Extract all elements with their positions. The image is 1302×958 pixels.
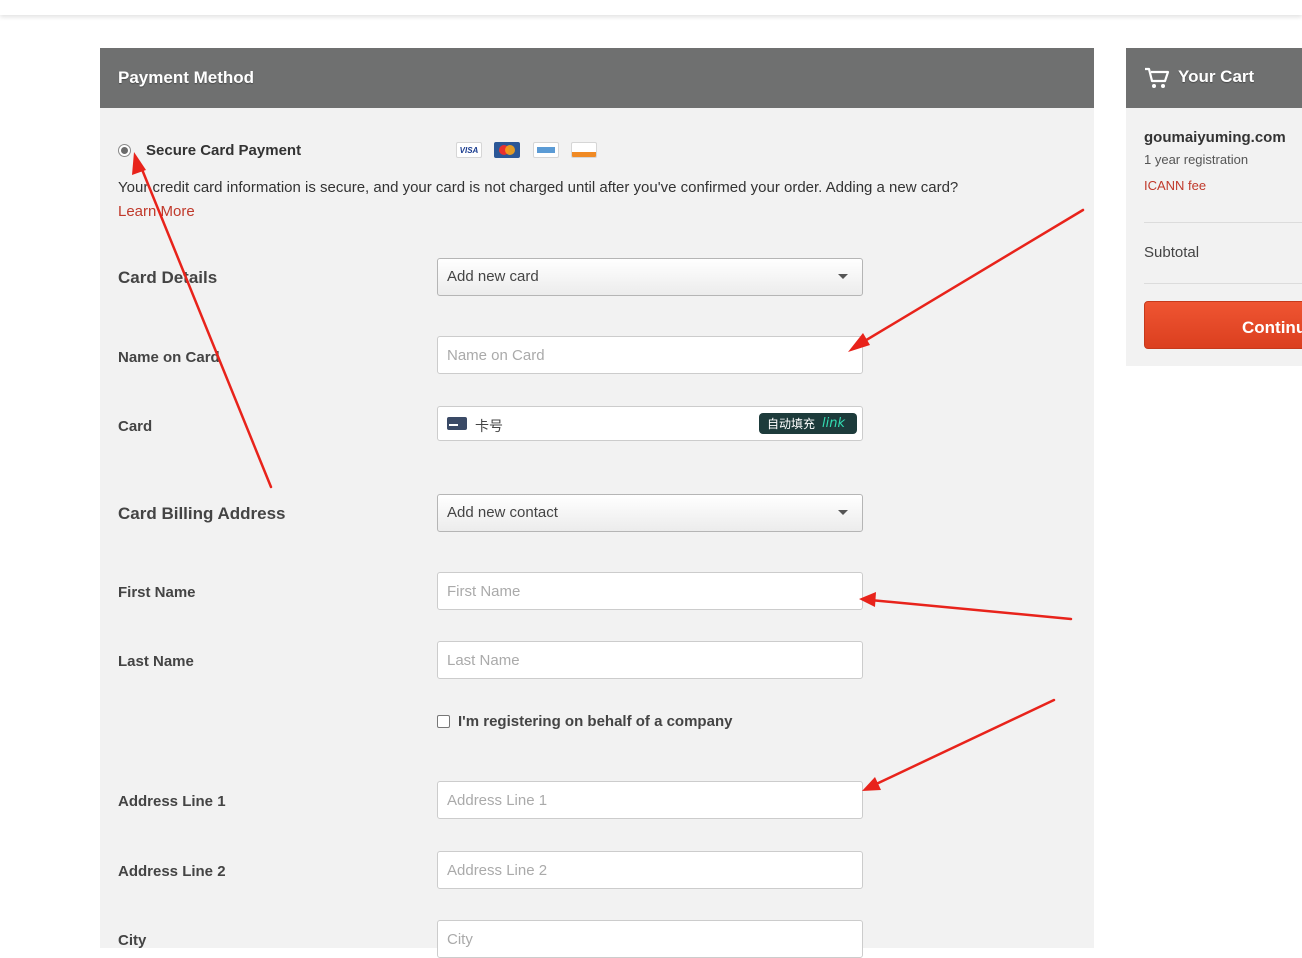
city-input[interactable] — [437, 920, 863, 958]
visa-icon: VISA — [456, 142, 482, 158]
first-name-input[interactable] — [437, 572, 863, 610]
cart-title: Your Cart — [1178, 67, 1255, 86]
amex-icon — [533, 142, 559, 158]
cart-divider — [1144, 283, 1302, 284]
card-select-value: Add new card — [447, 268, 539, 285]
secure-card-payment-radio[interactable] — [118, 144, 131, 157]
icann-fee-link[interactable]: ICANN fee — [1144, 178, 1206, 193]
secure-payment-text: Your credit card information is secure, … — [118, 179, 959, 196]
continue-button[interactable]: Continue — [1144, 301, 1302, 349]
card-label: Card — [118, 418, 153, 435]
address-line-2-label: Address Line 2 — [118, 863, 226, 880]
autofill-label: 自动填充 — [767, 417, 816, 431]
company-checkbox[interactable] — [437, 715, 450, 728]
address-line-1-input[interactable] — [437, 781, 863, 819]
cart-subtotal-label: Subtotal — [1144, 244, 1200, 261]
link-brand-logo: link — [822, 416, 846, 431]
first-name-label: First Name — [118, 584, 196, 601]
top-nav-bar — [0, 0, 1302, 15]
secure-card-payment-label[interactable]: Secure Card Payment — [146, 142, 301, 159]
name-on-card-label: Name on Card — [118, 349, 220, 366]
secure-payment-info: Your credit card information is secure, … — [118, 176, 1078, 224]
link-autofill-button[interactable]: 自动填充 link — [759, 413, 857, 434]
cart-registration-term: 1 year registration — [1144, 152, 1249, 167]
card-details-label: Card Details — [118, 268, 218, 287]
shopping-cart-icon — [1145, 67, 1170, 88]
last-name-input[interactable] — [437, 641, 863, 679]
learn-more-link[interactable]: Learn More — [118, 203, 195, 220]
chevron-down-icon — [838, 274, 848, 279]
chevron-down-icon — [838, 510, 848, 515]
contact-select[interactable]: Add new contact — [437, 494, 863, 532]
card-billing-address-label: Card Billing Address — [118, 504, 286, 523]
card-number-placeholder: 卡号 — [475, 419, 503, 435]
cart-divider — [1144, 222, 1302, 223]
last-name-label: Last Name — [118, 653, 194, 670]
contact-select-value: Add new contact — [447, 504, 558, 521]
card-select[interactable]: Add new card — [437, 258, 863, 296]
address-line-1-label: Address Line 1 — [118, 793, 226, 810]
credit-card-icon — [447, 417, 467, 430]
mastercard-icon — [494, 142, 520, 158]
company-checkbox-label[interactable]: I'm registering on behalf of a company — [458, 713, 732, 730]
discover-icon — [571, 142, 597, 158]
name-on-card-input[interactable] — [437, 336, 863, 374]
address-line-2-input[interactable] — [437, 851, 863, 889]
payment-method-header: Payment Method — [100, 48, 1094, 108]
cart-domain-name: goumaiyuming.com — [1144, 129, 1286, 146]
city-label: City — [118, 932, 147, 949]
card-number-field[interactable]: 卡号 自动填充 link — [437, 406, 863, 441]
cart-header: Your Cart — [1126, 48, 1302, 108]
